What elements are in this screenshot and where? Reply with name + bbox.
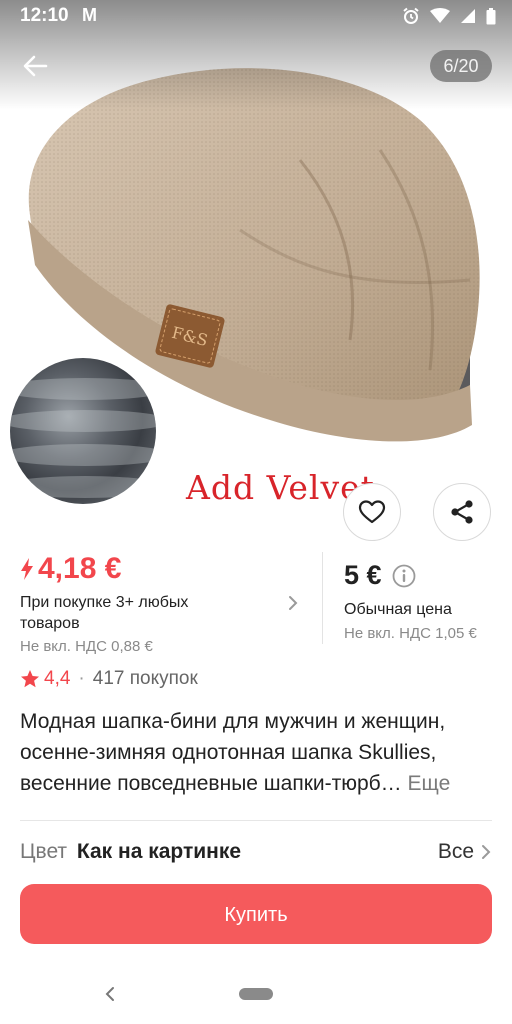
product-title-text: Модная шапка-бини для мужчин и женщин, о…: [20, 710, 446, 795]
system-home-pill[interactable]: [239, 988, 273, 1000]
price-divider: [322, 552, 323, 644]
share-icon: [451, 500, 473, 524]
chevron-right-icon: [482, 845, 491, 859]
image-counter: 6/20: [430, 50, 492, 82]
product-title[interactable]: Модная шапка-бини для мужчин и женщин, о…: [20, 706, 496, 799]
star-icon: [21, 670, 39, 688]
status-time: 12:10: [20, 5, 69, 26]
sale-price-block[interactable]: 4,18 € При покупке 3+ любых товаров Не в…: [20, 552, 310, 655]
gmail-notification-icon: M: [82, 5, 97, 25]
regular-price-label: Обычная цена: [344, 601, 452, 618]
system-back-icon[interactable]: [102, 984, 118, 1004]
more-link[interactable]: Еще: [408, 772, 451, 795]
all-options-link[interactable]: Все: [438, 840, 492, 864]
regular-price: 5 €: [344, 560, 382, 590]
status-bar: 12:10 M: [0, 0, 512, 32]
regular-price-block: 5 € Обычная цена Не вкл. НДС 1,05 €: [344, 560, 512, 642]
promo-condition: При покупке 3+ любых товаров: [20, 594, 189, 632]
color-label: Цвет: [20, 840, 68, 863]
status-icons: [402, 7, 496, 25]
product-image[interactable]: F&S Add Velvet: [0, 0, 512, 540]
rating-separator: ·: [78, 668, 85, 689]
share-button[interactable]: [433, 483, 491, 541]
back-button[interactable]: [18, 48, 54, 84]
battery-icon: [486, 7, 496, 24]
velvet-detail-image: [10, 358, 156, 504]
rating-value: 4,4: [44, 668, 71, 689]
alarm-icon: [403, 7, 419, 24]
info-icon[interactable]: [392, 564, 416, 588]
purchase-count: 417 покупок: [92, 668, 198, 689]
signal-icon: [461, 9, 475, 23]
color-selector-row[interactable]: Цвет Как на картинке Все: [20, 840, 492, 870]
buy-button[interactable]: Купить: [20, 884, 492, 944]
regular-vat-note: Не вкл. НДС 1,05 €: [344, 625, 477, 642]
wifi-icon: [430, 8, 450, 23]
rating-row[interactable]: 4,4 · 417 покупок: [20, 668, 198, 690]
heart-icon: [358, 500, 386, 524]
color-value: Как на картинке: [76, 840, 242, 863]
chevron-right-icon[interactable]: [286, 594, 300, 612]
sale-price: 4,18 €: [38, 552, 122, 585]
favorite-button[interactable]: [343, 483, 401, 541]
back-arrow-icon: [23, 55, 48, 77]
divider: [20, 820, 492, 821]
sale-vat-note: Не вкл. НДС 0,88 €: [20, 638, 153, 655]
all-options-label: Все: [437, 840, 474, 863]
lightning-icon: [21, 558, 33, 580]
